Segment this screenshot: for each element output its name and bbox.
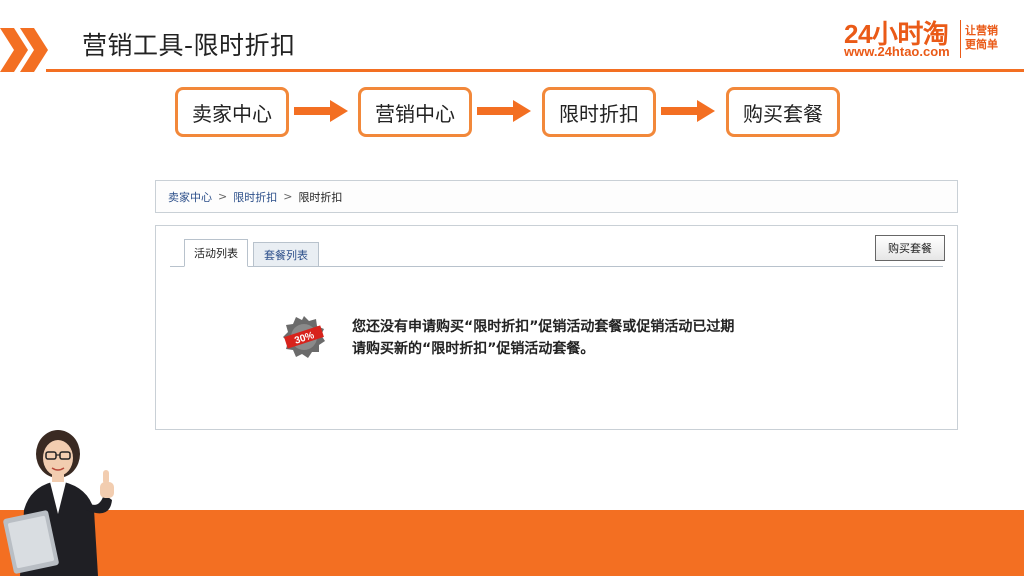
breadcrumb-separator: > — [283, 190, 293, 203]
flow-step-limited-discount: 限时折扣 — [542, 87, 656, 137]
arrow-right-icon — [294, 100, 348, 122]
tab-activity-list[interactable]: 活动列表 — [184, 239, 248, 267]
flow-step-marketing-center: 营销中心 — [358, 87, 472, 137]
flow-step-seller-center: 卖家中心 — [175, 87, 289, 137]
footer-band — [0, 510, 1024, 576]
discount-badge-icon: 30% — [283, 316, 325, 358]
flow-step-buy-package: 购买套餐 — [726, 87, 840, 137]
page-title: 营销工具-限时折扣 — [82, 31, 296, 60]
breadcrumb-separator: > — [218, 190, 228, 203]
breadcrumb-limited-discount[interactable]: 限时折扣 — [233, 189, 277, 205]
notice-line2: 请购买新的“限时折扣”促销活动套餐。 — [352, 341, 595, 357]
header-divider — [46, 69, 1024, 72]
brand-slogan-line2: 更简单 — [965, 38, 998, 51]
businesswoman-illustration — [3, 430, 114, 576]
brand-logo: 24小时淘 www.24htao.com 让营销 更简单 — [842, 14, 1012, 62]
chevron-logo-icon — [0, 28, 48, 72]
arrow-right-icon — [477, 100, 531, 122]
brand-url: www.24htao.com — [844, 44, 950, 59]
notice-line1: 您还没有申请购买“限时折扣”促销活动套餐或促销活动已过期 — [352, 319, 735, 335]
breadcrumb: 卖家中心 > 限时折扣 > 限时折扣 — [155, 180, 958, 213]
breadcrumb-seller-center[interactable]: 卖家中心 — [168, 189, 212, 205]
brand-slogan-line1: 让营销 — [965, 24, 998, 37]
activity-panel: 套餐列表 活动列表 购买套餐 30% 您还没有申请购买“限时折扣”促销活动套餐或… — [155, 225, 958, 430]
brand-slogan: 让营销 更简单 — [965, 24, 998, 52]
buy-package-button[interactable]: 购买套餐 — [875, 235, 945, 261]
tab-package-list[interactable]: 套餐列表 — [253, 242, 319, 267]
breadcrumb-current: 限时折扣 — [298, 190, 343, 204]
brand-divider — [960, 20, 961, 58]
arrow-right-icon — [661, 100, 715, 122]
empty-notice: 您还没有申请购买“限时折扣”促销活动套餐或促销活动已过期 请购买新的“限时折扣”… — [352, 316, 734, 360]
